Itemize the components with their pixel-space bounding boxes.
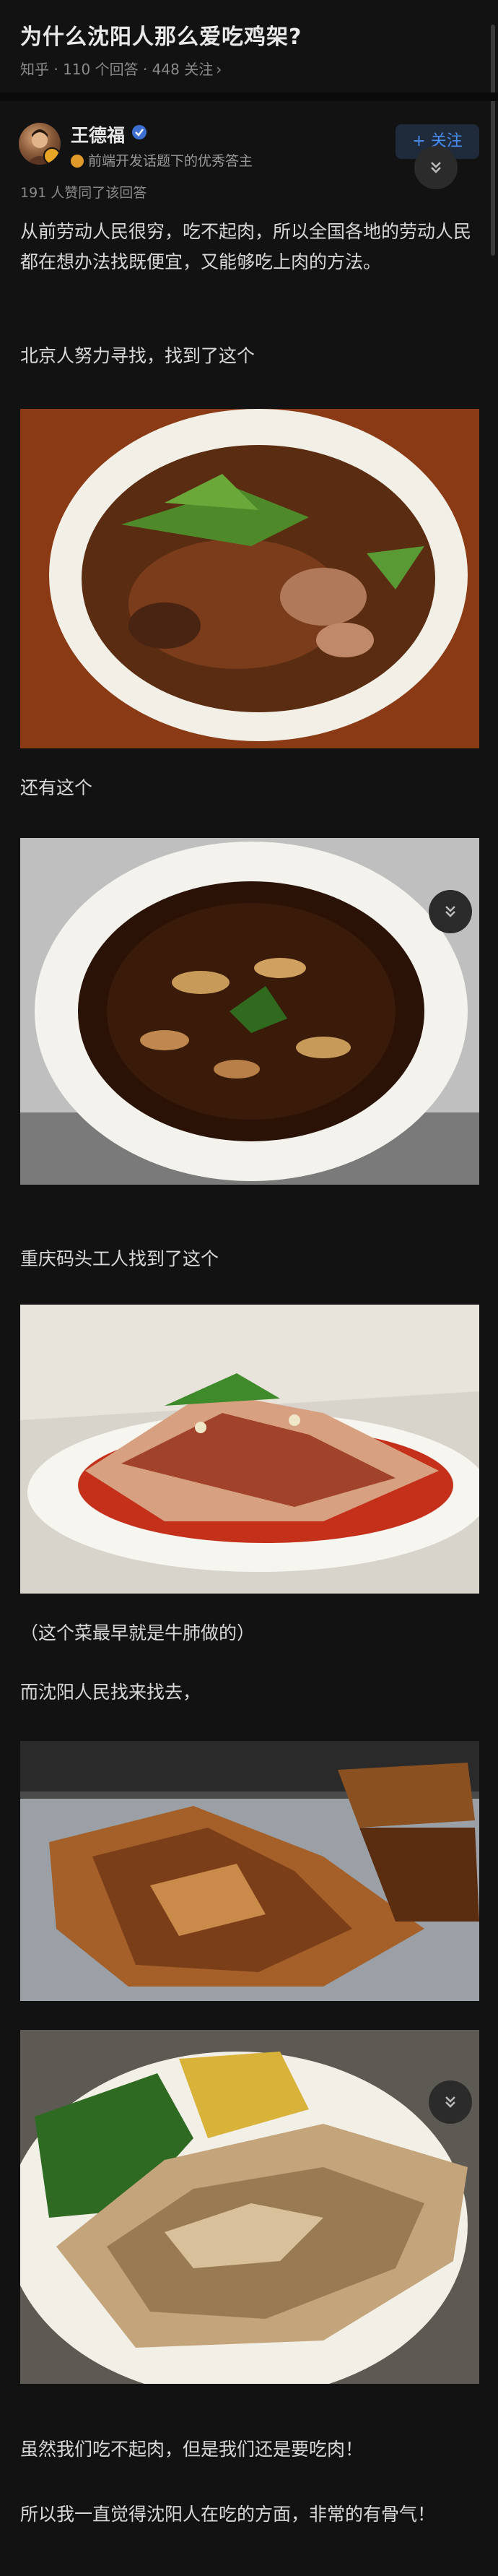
question-title[interactable]: 为什么沈阳人那么爱吃鸡架? bbox=[20, 19, 302, 51]
double-chevron-down-icon bbox=[445, 2096, 455, 2108]
author-description-text: 前端开发话题下的优秀答主 bbox=[88, 153, 253, 169]
food-photo-shenyang-chicken-rack-plate[interactable] bbox=[20, 2030, 479, 2384]
avatar[interactable] bbox=[19, 123, 61, 165]
double-chevron-down-icon bbox=[445, 906, 455, 917]
question-meta-text: 知乎 · 110 个回答 · 448 关注 bbox=[20, 61, 214, 78]
food-photo-shenyang-chicken-rack-plate-image bbox=[20, 2030, 479, 2384]
double-chevron-down-icon bbox=[431, 162, 441, 173]
food-photo-beijing-stew-image bbox=[20, 409, 479, 748]
collapse-button[interactable] bbox=[429, 890, 472, 933]
food-photo-chongqing-dish-image bbox=[20, 1305, 479, 1594]
answer-paragraph: 而沈阳人民找来找去， bbox=[20, 1682, 201, 1703]
verified-badge-icon bbox=[132, 125, 147, 139]
food-photo-beijing-stew[interactable] bbox=[20, 409, 479, 748]
collapse-button[interactable] bbox=[414, 146, 458, 189]
answer-paragraph: 从前劳动人民很穷，吃不起肉，所以全国各地的劳动人民都在想办法找既便宜，又能够吃上… bbox=[20, 221, 472, 272]
answer-paragraph: （这个菜最早就是牛肺做的） bbox=[20, 1622, 255, 1643]
author-name[interactable]: 王德福 bbox=[71, 121, 125, 147]
collapse-button[interactable] bbox=[429, 2080, 472, 2124]
food-photo-beijing-offal-soup-image bbox=[20, 838, 479, 1185]
scrollbar-thumb[interactable] bbox=[491, 25, 495, 256]
author-description: 前端开发话题下的优秀答主 bbox=[71, 150, 253, 170]
answer-paragraph: 虽然我们吃不起肉，但是我们还是要吃肉！ bbox=[20, 2439, 364, 2460]
food-photo-chongqing-dish[interactable] bbox=[20, 1305, 479, 1594]
likes-count: 191 人赞同了该回答 bbox=[20, 185, 147, 201]
food-photo-beijing-offal-soup[interactable] bbox=[20, 838, 479, 1185]
avatar-badge-icon bbox=[43, 147, 61, 165]
answer-paragraph: 重庆码头工人找到了这个 bbox=[20, 1248, 219, 1269]
question-meta[interactable]: 知乎 · 110 个回答 · 448 关注 › bbox=[20, 58, 222, 79]
food-photo-shenyang-chicken-rack-image bbox=[20, 1741, 479, 2001]
answer-paragraph: 所以我一直觉得沈阳人在吃的方面，非常的有骨气！ bbox=[20, 2504, 436, 2525]
medal-icon bbox=[71, 155, 84, 168]
section-divider bbox=[0, 92, 498, 101]
food-photo-shenyang-chicken-rack[interactable] bbox=[20, 1741, 479, 2001]
chevron-right-icon: › bbox=[216, 61, 222, 78]
answer-paragraph: 还有这个 bbox=[20, 777, 93, 798]
answer-paragraph: 北京人努力寻找，找到了这个 bbox=[20, 345, 255, 366]
